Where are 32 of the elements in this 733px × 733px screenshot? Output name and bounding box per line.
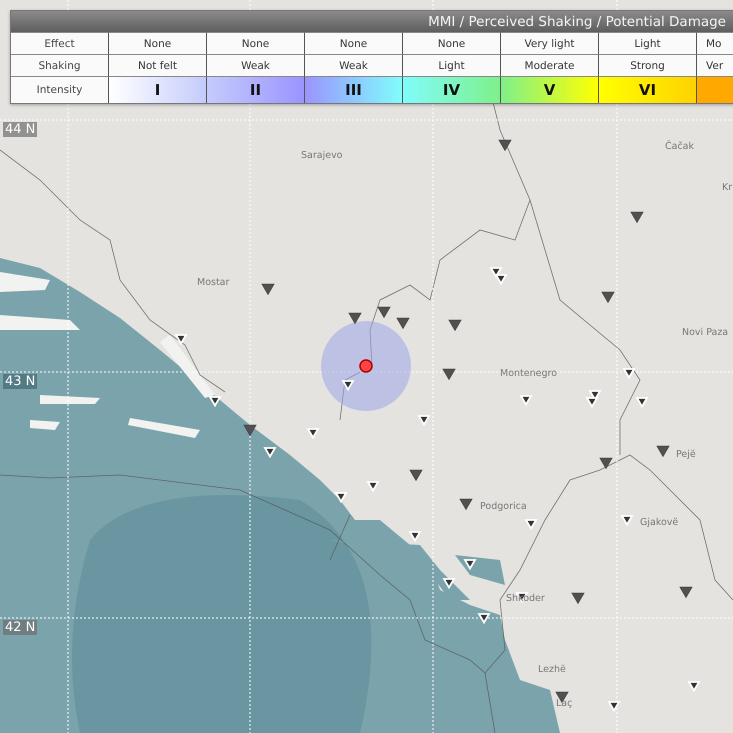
table-cell: None — [207, 32, 305, 54]
place-label: Shkoder — [506, 593, 545, 604]
place-label: Novi Paza — [682, 327, 728, 338]
intensity-swatch: III — [305, 76, 403, 103]
table-cell: Light — [599, 32, 697, 54]
place-label: Montenegro — [500, 368, 558, 379]
place-label: Čačak — [665, 141, 694, 152]
row-header: Effect — [11, 32, 109, 54]
intensity-swatch: V — [501, 76, 599, 103]
table-cell: None — [403, 32, 501, 54]
legend-title: MMI / Perceived Shaking / Potential Damage — [428, 14, 726, 30]
table-cell: None — [305, 32, 403, 54]
place-label: Laç — [556, 698, 572, 709]
place-label: Kr — [722, 182, 732, 193]
place-label: Sarajevo — [301, 150, 342, 161]
latitude-label: 43 N — [3, 374, 38, 389]
place-label: Podgorica — [480, 501, 527, 512]
epicenter-marker — [359, 359, 373, 373]
intensity-swatch: IV — [403, 76, 501, 103]
table-cell: Very light — [501, 32, 599, 54]
place-label: Mostar — [197, 277, 230, 288]
place-label: Gjakovë — [640, 517, 678, 528]
row-header: Shaking — [11, 54, 109, 76]
latitude-label: 44 N — [3, 122, 38, 137]
intensity-swatch: I — [109, 76, 207, 103]
place-label: Pejë — [676, 449, 696, 460]
intensity-swatch: II — [207, 76, 305, 103]
table-cell: Mo — [697, 32, 733, 54]
table-cell: None — [109, 32, 207, 54]
place-label: Lezhë — [538, 664, 566, 675]
intensity-swatch: VI — [599, 76, 697, 103]
latitude-label: 42 N — [3, 620, 38, 635]
